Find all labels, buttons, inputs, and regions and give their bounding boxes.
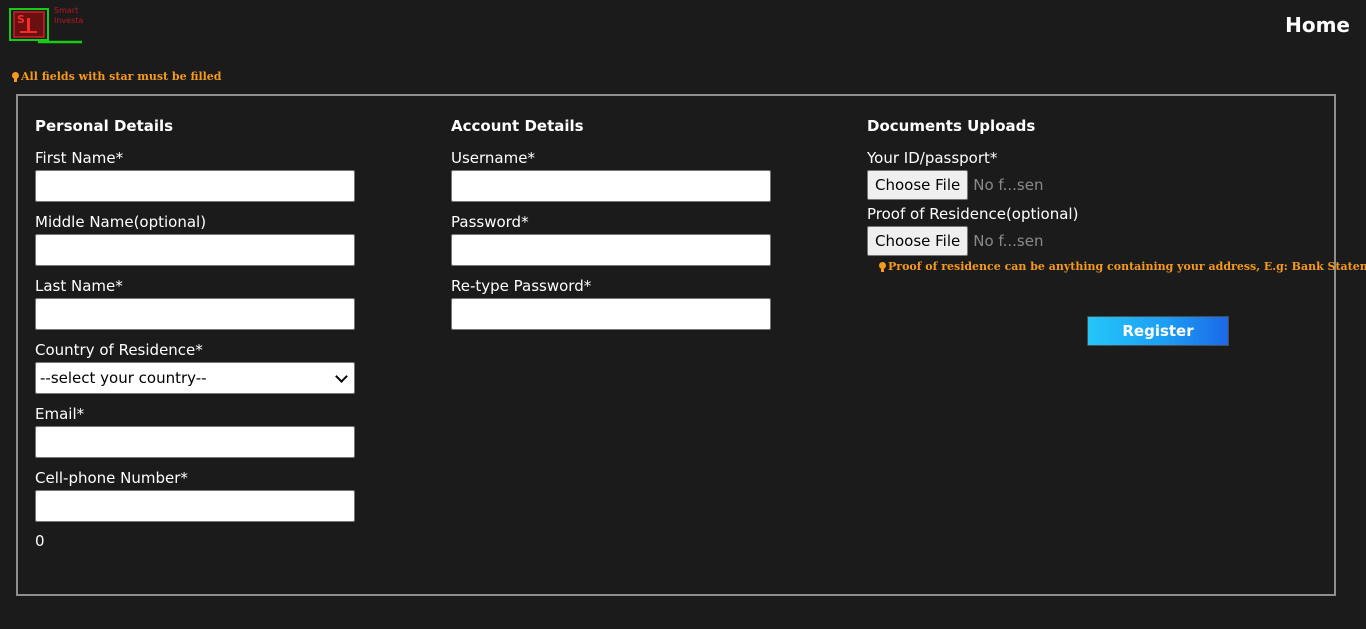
lightbulb-icon: [12, 72, 19, 82]
first-name-input[interactable]: [35, 170, 355, 202]
logo-text-line2: Investa: [54, 16, 84, 25]
counter-value: 0: [35, 532, 45, 550]
logo-text: Smart Investa: [54, 6, 83, 26]
middle-name-label: Middle Name(optional): [35, 213, 207, 231]
country-selected-value: --select your country--: [40, 369, 207, 387]
cell-phone-input[interactable]: [35, 490, 355, 522]
header: S Smart Investa Home: [0, 0, 1366, 64]
documents-uploads-section: Documents Uploads Your ID/passport* Choo…: [867, 116, 1366, 273]
home-link[interactable]: Home: [1285, 13, 1350, 37]
country-label: Country of Residence*: [35, 341, 203, 359]
register-button[interactable]: Register: [1087, 316, 1229, 346]
email-input[interactable]: [35, 426, 355, 458]
proof-of-residence-note-text: Proof of residence can be anything conta…: [888, 260, 1366, 273]
country-select[interactable]: --select your country--: [35, 362, 355, 394]
svg-text:S: S: [17, 13, 25, 26]
last-name-input[interactable]: [35, 298, 355, 330]
proof-of-residence-label: Proof of Residence(optional): [867, 205, 1079, 223]
password-label: Password*: [451, 213, 529, 231]
retype-password-input[interactable]: [451, 298, 771, 330]
first-name-label: First Name*: [35, 149, 124, 167]
id-passport-file-input: Choose File No f...sen: [867, 170, 1327, 200]
registration-form: Personal Details First Name* Middle Name…: [16, 94, 1366, 596]
retype-password-label: Re-type Password*: [451, 277, 592, 295]
chevron-down-icon: [335, 369, 348, 383]
logo-text-line1: Smart: [54, 6, 79, 15]
id-passport-label: Your ID/passport*: [867, 149, 998, 167]
proof-of-residence-note: Proof of residence can be anything conta…: [879, 260, 1366, 273]
username-input[interactable]: [451, 170, 771, 202]
middle-name-input[interactable]: [35, 234, 355, 266]
id-file-status: No f...sen: [973, 176, 1044, 194]
email-label: Email*: [35, 405, 85, 423]
documents-uploads-title: Documents Uploads: [867, 117, 1036, 135]
residence-choose-file-button[interactable]: Choose File: [867, 226, 969, 256]
account-details-title: Account Details: [451, 117, 584, 135]
account-details-section: Account Details Username* Password* Re-t…: [451, 116, 771, 340]
personal-details-title: Personal Details: [35, 117, 174, 135]
residence-file-status: No f...sen: [973, 232, 1044, 250]
password-input[interactable]: [451, 234, 771, 266]
notice-text: All fields with star must be filled: [21, 70, 222, 83]
cell-phone-label: Cell-phone Number*: [35, 469, 188, 487]
personal-details-section: Personal Details First Name* Middle Name…: [35, 116, 355, 550]
lightbulb-icon: [879, 262, 886, 272]
id-choose-file-button[interactable]: Choose File: [867, 170, 969, 200]
required-fields-notice: All fields with star must be filled: [12, 70, 222, 83]
username-label: Username*: [451, 149, 535, 167]
last-name-label: Last Name*: [35, 277, 123, 295]
proof-of-residence-file-input: Choose File No f...sen: [867, 226, 1327, 256]
